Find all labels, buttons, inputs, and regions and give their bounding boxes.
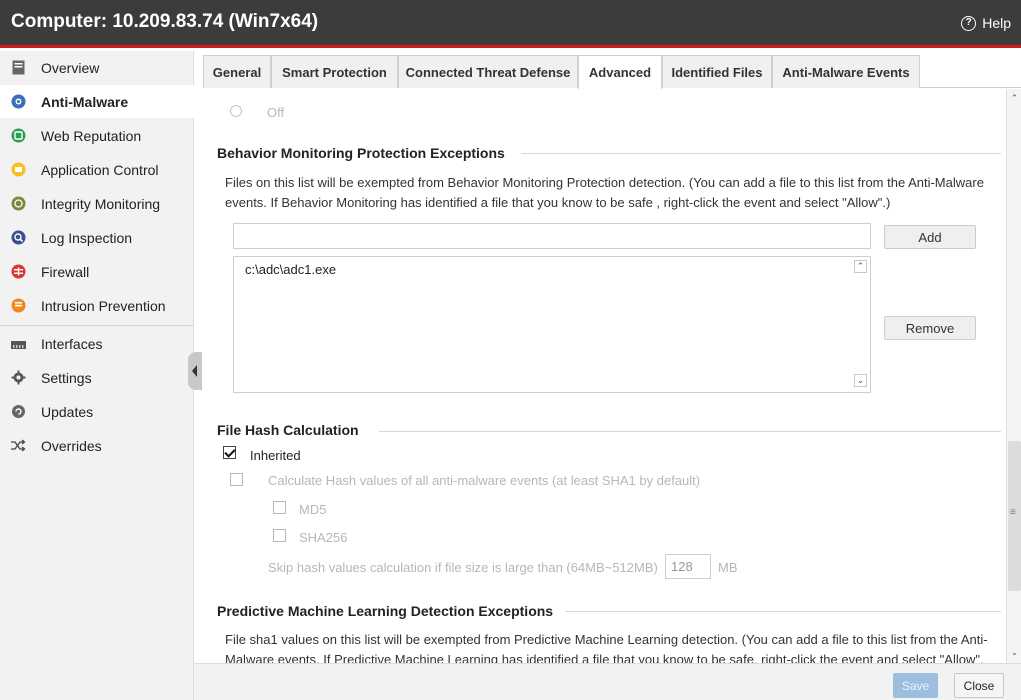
tab-anti-malware-events[interactable]: Anti-Malware Events [772,55,920,88]
sidebar-item-label: Anti-Malware [41,93,129,110]
sidebar-item-interfaces[interactable]: Interfaces [0,327,194,360]
updates-icon [10,404,26,420]
close-button[interactable]: Close [954,673,1004,698]
scroll-thumb[interactable] [1008,441,1021,591]
sidebar-item-overrides[interactable]: Overrides [0,429,194,462]
settings-gear-icon [10,370,26,386]
sidebar-item-overview[interactable]: Overview [0,51,194,84]
sidebar-item-label: Interfaces [41,335,103,352]
sidebar-item-label: Overview [41,59,100,76]
sidebar-item-label: Application Control [41,161,159,178]
tab-identified-files[interactable]: Identified Files [662,55,772,88]
overview-icon [10,60,26,76]
intrusion-prevention-icon [10,298,26,314]
computer-details-window: Computer: 10.209.83.74 (Win7x64) ? Help … [0,0,1021,700]
list-scroll-up-icon[interactable]: ⌃ [854,260,867,273]
window-title: Computer: 10.209.83.74 (Win7x64) [11,11,319,32]
sidebar-item-label: Overrides [41,437,102,454]
tab-general[interactable]: General [203,55,271,88]
hash-section-title: File Hash Calculation [217,422,359,438]
off-radio[interactable] [230,105,242,117]
sidebar-item-label: Intrusion Prevention [41,297,166,314]
section-divider [565,611,1001,612]
sidebar-item-label: Log Inspection [41,229,133,246]
sidebar-item-application-control[interactable]: Application Control [0,153,194,186]
md5-checkbox[interactable] [273,501,286,514]
section-divider [379,431,1001,432]
firewall-icon [10,264,26,280]
sidebar-item-label: Settings [41,369,92,386]
sidebar-item-settings[interactable]: Settings [0,361,194,394]
behavior-exception-input[interactable] [233,223,871,249]
calculate-hash-label: Calculate Hash values of all anti-malwar… [268,473,701,488]
list-item[interactable]: c:\adc\adc1.exe [245,262,336,277]
content-scrollbar[interactable]: ⌃ ⌄ [1006,89,1021,663]
skip-size-unit: MB [718,560,738,575]
sha256-checkbox[interactable] [273,529,286,542]
sidebar-item-updates[interactable]: Updates [0,395,194,428]
dialog-footer: Save Close [194,663,1021,700]
behavior-section-title: Behavior Monitoring Protection Exception… [217,145,505,161]
sidebar-item-integrity-monitoring[interactable]: Integrity Monitoring [0,187,194,220]
add-button[interactable]: Add [884,225,976,249]
section-divider [521,153,1001,154]
help-question-icon: ? [961,15,977,31]
tab-connected-threat-defense[interactable]: Connected Threat Defense [398,55,578,88]
application-control-icon [10,162,26,178]
skip-size-input[interactable]: 128 [665,554,711,579]
md5-label: MD5 [299,502,327,517]
sidebar-item-intrusion-prevention[interactable]: Intrusion Prevention [0,289,194,322]
scroll-up-icon[interactable]: ⌃ [1008,91,1021,105]
overrides-shuffle-icon [10,438,26,454]
skip-hash-label: Skip hash values calculation if file siz… [268,560,658,575]
calculate-hash-checkbox[interactable] [230,473,243,486]
behavior-description-line2: events. If Behavior Monitoring has ident… [225,195,891,210]
integrity-monitoring-icon [10,196,26,212]
sidebar-collapse-handle[interactable] [188,352,202,390]
tab-advanced[interactable]: Advanced [578,55,662,89]
sidebar-item-label: Web Reputation [41,127,142,144]
pml-description-line2: Malware events. If Predictive Machine Le… [225,652,984,663]
help-label: Help [982,15,1011,31]
pml-section-title: Predictive Machine Learning Detection Ex… [217,603,554,619]
sidebar-item-label: Updates [41,403,94,420]
pml-description-line1: File sha1 values on this list will be ex… [225,632,988,647]
anti-malware-icon [10,94,26,110]
sidebar-nav: Overview Anti-Malware Web Reputation App… [0,51,194,700]
save-button[interactable]: Save [893,673,938,698]
help-button[interactable]: ? Help [961,15,1011,31]
log-inspection-icon [10,230,26,246]
remove-button[interactable]: Remove [884,316,976,340]
sidebar-item-firewall[interactable]: Firewall [0,255,194,288]
sidebar-item-log-inspection[interactable]: Log Inspection [0,221,194,254]
title-bar: Computer: 10.209.83.74 (Win7x64) ? Help [0,0,1021,48]
interfaces-icon [10,336,26,352]
tab-bar: General Smart Protection Connected Threa… [203,55,1021,89]
behavior-exception-list[interactable]: c:\adc\adc1.exe ⌃ ⌄ [233,256,871,393]
sha256-label: SHA256 [299,530,348,545]
advanced-settings-panel: Off Behavior Monitoring Protection Excep… [203,89,1006,663]
list-scroll-down-icon[interactable]: ⌄ [854,374,867,387]
off-label: Off [267,105,285,120]
inherited-checkbox[interactable] [223,446,236,459]
web-reputation-icon [10,128,26,144]
sidebar-item-label: Integrity Monitoring [41,195,161,212]
sidebar-divider [0,325,194,326]
behavior-description-line1: Files on this list will be exempted from… [225,175,984,190]
sidebar-item-label: Firewall [41,263,90,280]
sidebar-item-anti-malware[interactable]: Anti-Malware [0,85,194,118]
sidebar-item-web-reputation[interactable]: Web Reputation [0,119,194,152]
inherited-label: Inherited [250,448,301,463]
scroll-down-icon[interactable]: ⌄ [1008,645,1021,659]
tab-smart-protection[interactable]: Smart Protection [271,55,398,88]
